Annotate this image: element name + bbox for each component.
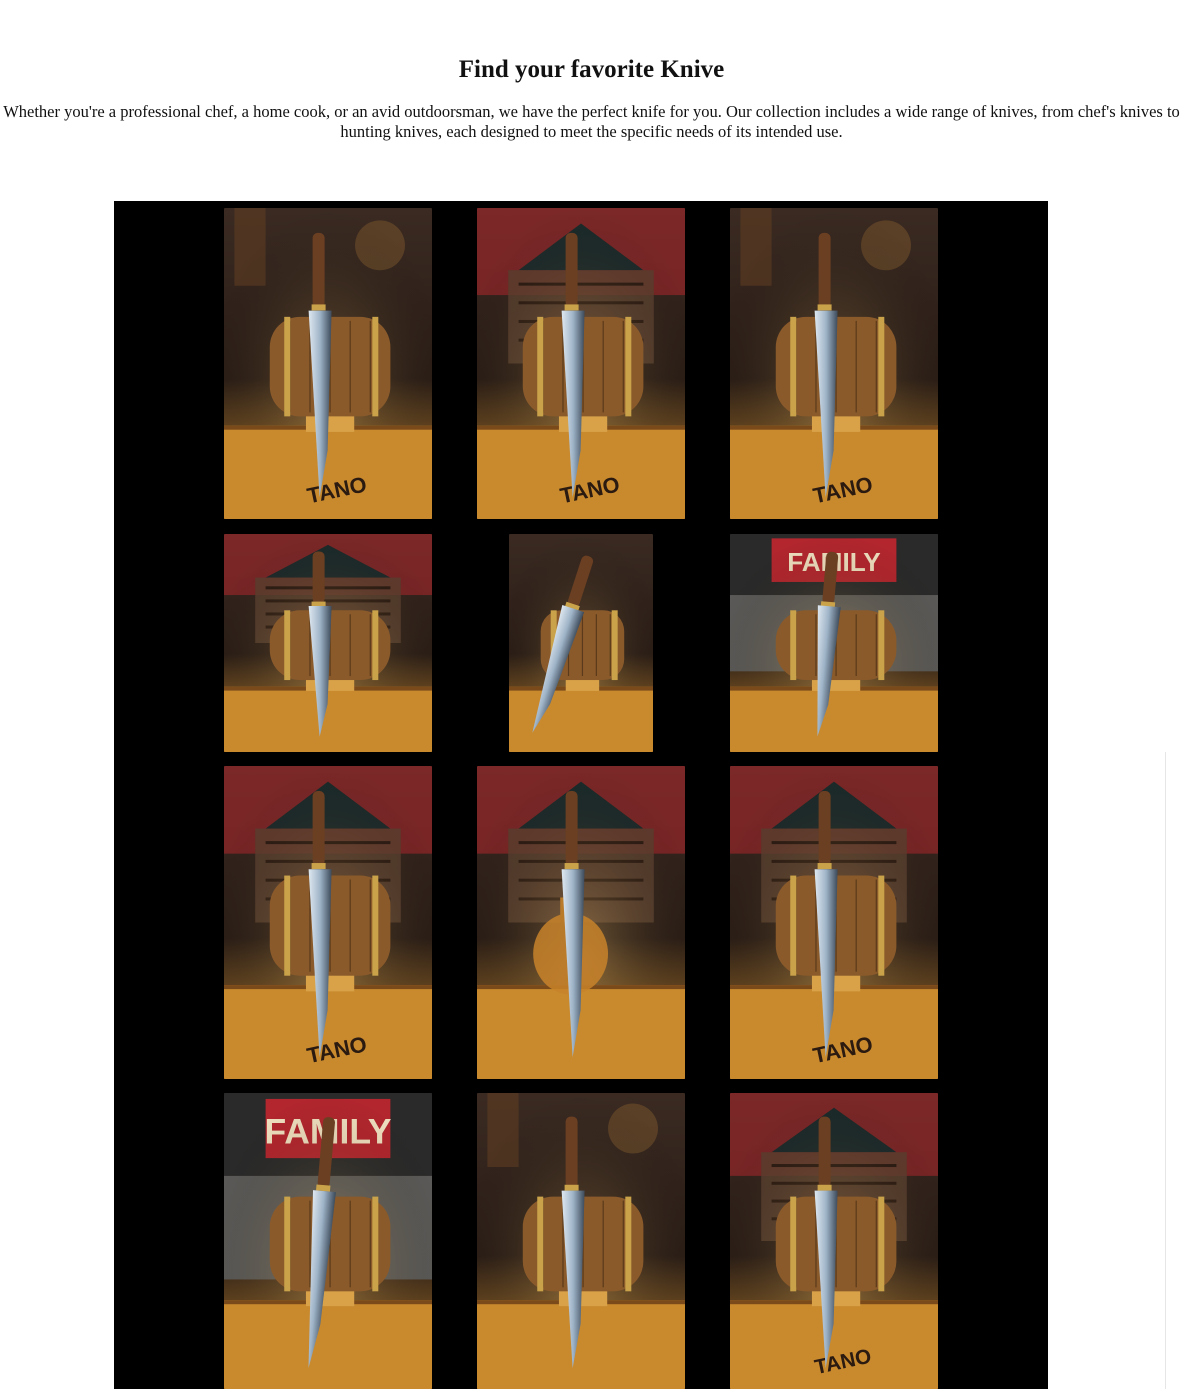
knife-barrel-photo-3[interactable]: TANO [730,208,938,519]
page-title: Find your favorite Knive [458,56,725,83]
knife-barrel-photo-6[interactable]: FAMILY [730,534,938,752]
knife-barrel-photo-4[interactable] [224,534,432,752]
knife-barrel-photo-9[interactable]: TANO [730,766,938,1079]
knife-barrel-photo-1[interactable]: TANO [224,208,432,519]
page-header: Find your favorite Knive Whether you're … [0,0,1183,142]
divider-line [1165,752,1166,1389]
knife-gallery: TANO TANO TANO TANO TANO TANO [114,201,1048,1389]
knife-barrel-photo-5[interactable] [509,534,653,752]
knife-bottle-photo-8[interactable] [477,766,685,1079]
knife-barrel-photo-7[interactable]: TANO [224,766,432,1079]
knife-barrel-photo-10[interactable]: FAMILY [224,1093,432,1389]
knife-barrel-photo-2[interactable]: TANO [477,208,685,519]
page-intro: Whether you're a professional chef, a ho… [3,102,1180,141]
knife-barrel-photo-12[interactable]: TANO [730,1093,938,1389]
knife-barrel-photo-11[interactable] [477,1093,685,1389]
